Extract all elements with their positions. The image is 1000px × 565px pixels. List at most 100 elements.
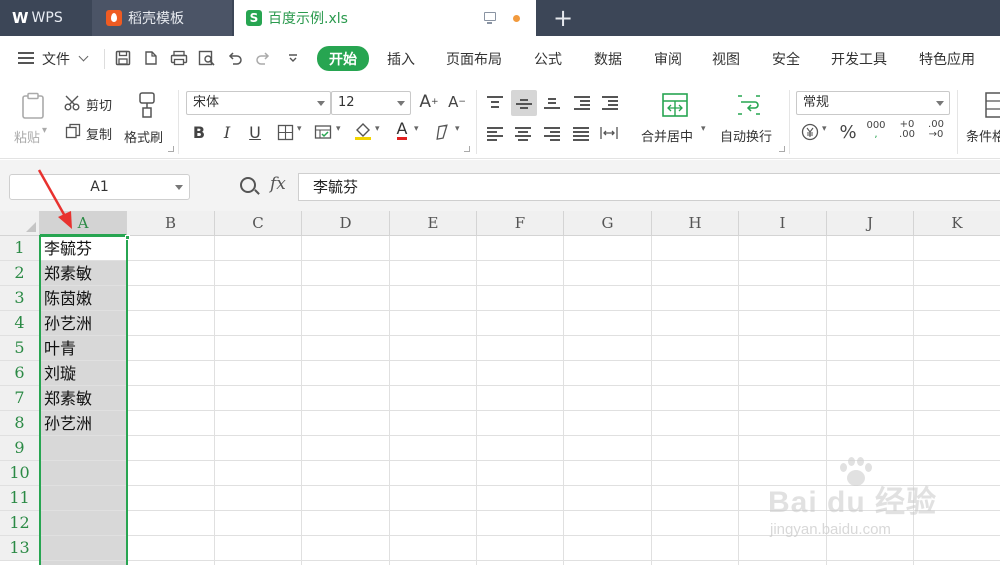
align-left-icon[interactable]	[484, 122, 506, 144]
column-header-k[interactable]: K	[914, 211, 1000, 236]
row-header-3[interactable]: 3	[0, 286, 40, 311]
formula-input[interactable]: 李毓芬	[298, 173, 1000, 201]
menu-review[interactable]: 审阅	[654, 49, 682, 69]
underline-button[interactable]: U	[244, 121, 266, 143]
alignment-launcher-icon[interactable]	[779, 146, 785, 152]
menu-security[interactable]: 安全	[772, 49, 800, 69]
column-header-i[interactable]: I	[739, 211, 827, 236]
decrease-font-icon[interactable]: A −	[446, 91, 468, 113]
menu-developer[interactable]: 开发工具	[831, 49, 887, 69]
select-all-corner[interactable]	[0, 211, 40, 236]
fill-color-icon[interactable]	[352, 120, 374, 142]
decrease-indent-icon[interactable]	[571, 91, 593, 113]
increase-decimal-button[interactable]: +0 .00	[894, 119, 920, 141]
paste-icon[interactable]	[18, 90, 48, 122]
chevron-down-icon[interactable]: ▾	[336, 124, 341, 134]
align-top-icon[interactable]	[484, 91, 506, 113]
cut-button[interactable]: 剪切	[86, 95, 112, 114]
row-header-12[interactable]: 12	[0, 511, 40, 536]
column-header-b[interactable]: B	[127, 211, 215, 236]
bold-button[interactable]: B	[188, 121, 210, 143]
redo-icon[interactable]	[252, 47, 274, 69]
tab-wps-home[interactable]: W WPS	[0, 0, 90, 36]
export-icon[interactable]	[140, 47, 162, 69]
clear-format-icon[interactable]	[432, 121, 454, 143]
column-header-d[interactable]: D	[302, 211, 390, 236]
menu-formulas[interactable]: 公式	[534, 49, 562, 69]
paste-button[interactable]: 粘贴	[14, 127, 40, 146]
row-header-2[interactable]: 2	[0, 261, 40, 286]
row-header-10[interactable]: 10	[0, 461, 40, 486]
distributed-align-icon[interactable]	[598, 122, 620, 144]
menu-insert[interactable]: 插入	[387, 49, 415, 69]
chevron-down-icon[interactable]: ▾	[701, 124, 706, 134]
row-header-4[interactable]: 4	[0, 311, 40, 336]
row-header-8[interactable]: 8	[0, 411, 40, 436]
menu-page-layout[interactable]: 页面布局	[446, 49, 502, 69]
row-header-1[interactable]: 1	[0, 236, 40, 261]
row-header-7[interactable]: 7	[0, 386, 40, 411]
name-box[interactable]: A1	[9, 174, 190, 200]
zoom-lookup-icon[interactable]	[240, 177, 256, 193]
menu-special-features[interactable]: 特色应用	[919, 49, 975, 69]
customize-dropdown-icon[interactable]	[282, 47, 304, 69]
number-format-select[interactable]: 常规	[796, 91, 950, 115]
print-preview-icon[interactable]	[196, 47, 218, 69]
row-header-5[interactable]: 5	[0, 336, 40, 361]
chevron-down-icon[interactable]: ▾	[297, 124, 302, 134]
borders-icon[interactable]	[274, 121, 296, 143]
decrease-decimal-button[interactable]: .00 →0	[923, 119, 949, 141]
increase-indent-icon[interactable]	[599, 91, 621, 113]
increase-font-icon[interactable]: A +	[418, 91, 440, 113]
column-header-g[interactable]: G	[564, 211, 652, 236]
align-bottom-icon[interactable]	[541, 91, 563, 113]
font-launcher-icon[interactable]	[464, 146, 470, 152]
menu-view[interactable]: 视图	[712, 49, 740, 69]
align-middle-icon[interactable]	[511, 90, 537, 116]
font-name-select[interactable]: 宋体	[186, 91, 331, 115]
column-header-h[interactable]: H	[652, 211, 739, 236]
save-icon[interactable]	[112, 47, 134, 69]
menu-file[interactable]: 文件	[42, 49, 89, 69]
wrap-text-button[interactable]: 自动换行	[720, 126, 772, 145]
conditional-format-button[interactable]: 条件格	[966, 126, 1000, 145]
copy-button[interactable]: 复制	[86, 124, 112, 143]
fill-handle[interactable]	[125, 235, 130, 240]
column-header-f[interactable]: F	[477, 211, 564, 236]
column-header-a[interactable]: A	[40, 211, 127, 236]
cell-style-icon[interactable]	[312, 121, 334, 143]
spreadsheet-grid[interactable]: ABCDEFGHIJK 1 2 3 4 5 6 7 8 9 10 11 12 13 李毓芬 郑素敏 陈茵嫩孙…	[0, 211, 1000, 565]
chevron-down-icon[interactable]: ▾	[822, 124, 827, 134]
row-header-6[interactable]: 6	[0, 361, 40, 386]
paste-dropdown-icon[interactable]: ▾	[42, 125, 47, 136]
chevron-down-icon[interactable]: ▾	[455, 124, 460, 134]
format-painter-button[interactable]: 格式刷	[124, 127, 163, 146]
hamburger-menu-icon[interactable]	[18, 52, 34, 64]
menu-data[interactable]: 数据	[594, 49, 622, 69]
font-size-select[interactable]: 12	[331, 91, 411, 115]
fx-icon[interactable]: fx	[270, 174, 286, 194]
tab-document[interactable]: S 百度示例.xls	[234, 0, 536, 36]
clipboard-launcher-icon[interactable]	[168, 146, 174, 152]
column-header-e[interactable]: E	[390, 211, 477, 236]
print-icon[interactable]	[168, 47, 190, 69]
undo-icon[interactable]	[224, 47, 246, 69]
column-header-c[interactable]: C	[215, 211, 302, 236]
tab-template[interactable]: 稻壳模板	[92, 0, 232, 36]
currency-icon[interactable]	[799, 121, 821, 143]
merge-center-button[interactable]: 合并居中	[641, 126, 693, 145]
percent-button[interactable]: %	[837, 121, 859, 143]
row-header-11[interactable]: 11	[0, 486, 40, 511]
chevron-down-icon[interactable]: ▾	[375, 124, 380, 134]
monitor-icon[interactable]	[484, 12, 496, 24]
italic-button[interactable]: I	[216, 121, 238, 143]
menu-home[interactable]: 开始	[317, 46, 369, 71]
align-right-icon[interactable]	[541, 122, 563, 144]
thousands-separator-button[interactable]: 000,	[864, 119, 888, 141]
justify-icon[interactable]	[570, 122, 592, 144]
column-header-j[interactable]: J	[827, 211, 914, 236]
new-tab-button[interactable]: +	[545, 0, 581, 36]
font-color-button[interactable]: A	[391, 119, 413, 141]
row-header-13[interactable]: 13	[0, 536, 40, 561]
chevron-down-icon[interactable]: ▾	[414, 124, 419, 134]
